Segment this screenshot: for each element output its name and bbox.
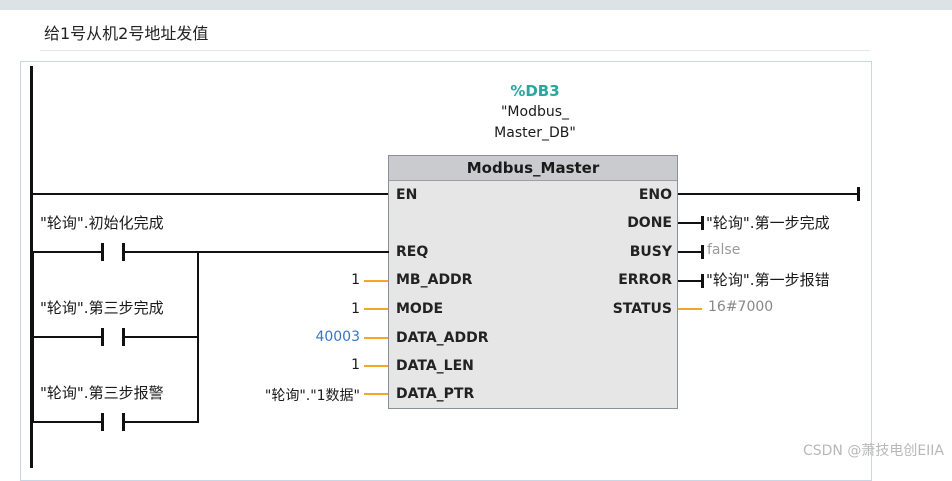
network-comment: 给1号从机2号地址发值 [44,24,209,43]
or-branch-left [32,251,34,423]
block-title: Modbus_Master [389,156,677,181]
contact3-left-bar [101,413,104,431]
contact3-right-wire [124,421,199,423]
mode-value[interactable]: 1 [300,301,360,317]
contact-label-step3-done[interactable]: "轮询".第三步完成 [40,297,164,318]
mb-addr-value[interactable]: 1 [300,272,360,288]
status-wire [678,308,702,310]
data-len-wire [364,365,388,367]
instance-db-label-line1: "Modbus_ [500,104,570,120]
pin-status: STATUS [612,301,672,317]
contact2-left-bar [101,328,104,346]
contact3-left-wire [32,421,102,423]
error-wire [678,280,702,282]
busy-coil-mark [701,245,704,259]
busy-value: false [707,242,741,258]
done-tag[interactable]: "轮询".第一步完成 [706,212,830,233]
eno-wire [678,193,860,195]
status-value: 16#7000 [708,299,774,315]
data-ptr-wire [364,393,388,395]
instance-db-label-line2: Master_DB" [494,125,576,141]
watermark: CSDN @萧技电创EIIA [802,443,944,459]
data-len-value[interactable]: 1 [300,357,360,373]
en-wire [32,193,389,195]
contact1-right-wire [124,251,389,253]
contact1-left-wire [32,251,102,253]
or-branch-right [197,251,199,423]
pin-data-addr: DATA_ADDR [396,330,489,346]
mb-addr-wire [364,280,388,282]
pin-data-len: DATA_LEN [396,358,474,374]
error-coil-mark [701,274,704,288]
pin-mode: MODE [396,301,444,317]
pin-req: REQ [396,244,429,260]
error-tag[interactable]: "轮询".第一步报错 [706,269,830,290]
contact-label-init-done[interactable]: "轮询".初始化完成 [40,212,164,233]
contact1-left-bar [101,243,104,261]
eno-end-mark [857,187,860,201]
pin-mb-addr: MB_ADDR [396,272,473,288]
pin-error: ERROR [618,272,672,288]
top-strip [0,0,952,10]
pin-done: DONE [627,215,672,231]
pin-busy: BUSY [629,244,672,260]
data-addr-value[interactable]: 40003 [290,329,360,345]
contact-label-step3-alarm[interactable]: "轮询".第三步报警 [40,382,164,403]
pin-eno: ENO [638,187,672,203]
data-ptr-value[interactable]: "轮询"."1数据" [230,385,360,405]
busy-wire [678,251,702,253]
done-coil-mark [701,216,704,230]
instance-db-number: %DB3 [510,82,560,100]
mode-wire [364,308,388,310]
contact2-left-wire [32,336,102,338]
pin-data-ptr: DATA_PTR [396,386,475,402]
contact2-right-wire [124,336,199,338]
done-wire [678,222,702,224]
pin-en: EN [396,187,418,203]
data-addr-wire [364,337,388,339]
